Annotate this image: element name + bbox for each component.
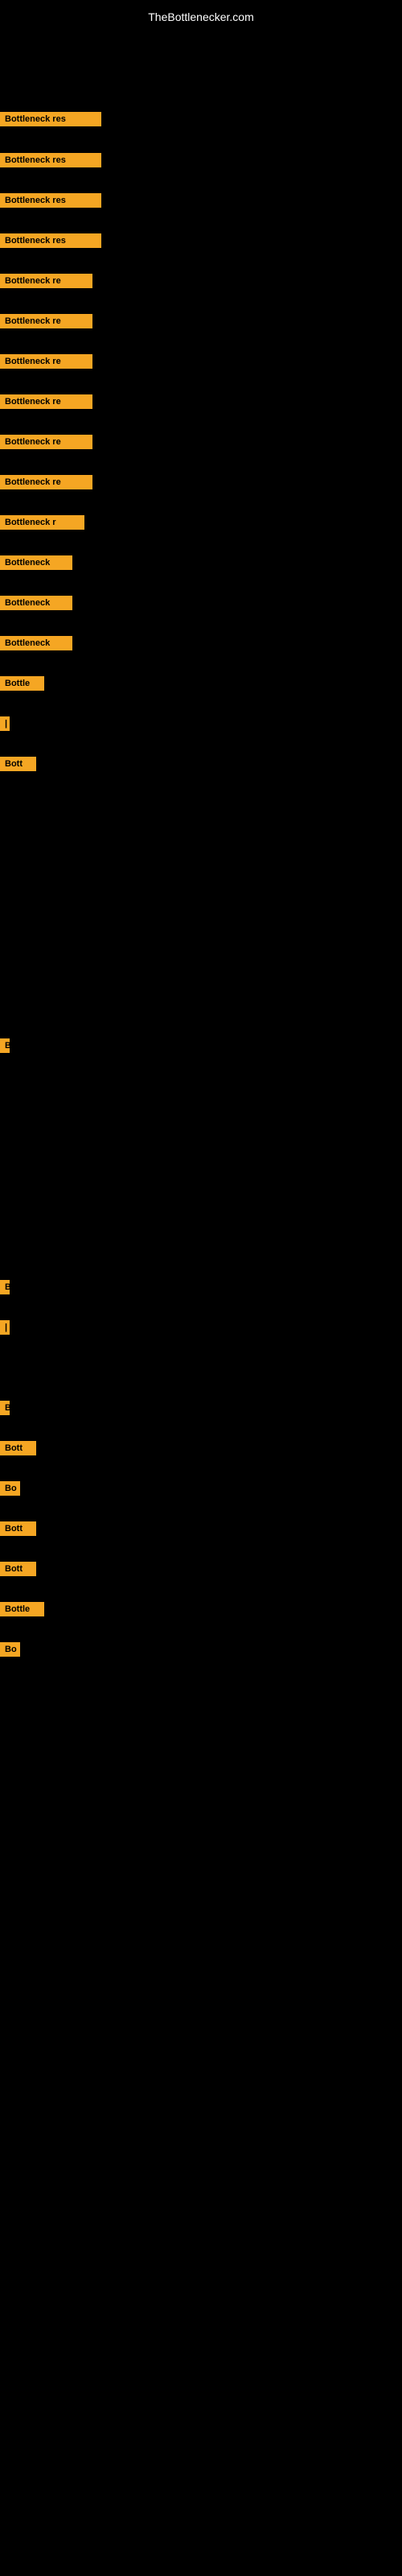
- bottleneck-label-10: Bottleneck re: [0, 475, 92, 489]
- bottleneck-label-16: |: [0, 716, 10, 731]
- bottleneck-label-12: Bottleneck: [0, 555, 72, 570]
- bottleneck-label-1: Bottleneck res: [0, 112, 101, 126]
- bottleneck-label-13: Bottleneck: [0, 596, 72, 610]
- bottleneck-label-4: Bottleneck res: [0, 233, 101, 248]
- bottleneck-label-22: Bott: [0, 1441, 36, 1455]
- bottleneck-label-20: |: [0, 1320, 10, 1335]
- bottleneck-label-2: Bottleneck res: [0, 153, 101, 167]
- bottleneck-label-9: Bottleneck re: [0, 435, 92, 449]
- bottleneck-label-14: Bottleneck: [0, 636, 72, 650]
- bottleneck-label-18: B: [0, 1038, 10, 1053]
- bottleneck-label-11: Bottleneck r: [0, 515, 84, 530]
- bottleneck-label-5: Bottleneck re: [0, 274, 92, 288]
- bottleneck-label-23: Bo: [0, 1481, 20, 1496]
- bottleneck-label-3: Bottleneck res: [0, 193, 101, 208]
- bottleneck-label-26: Bottle: [0, 1602, 44, 1616]
- bottleneck-label-27: Bo: [0, 1642, 20, 1657]
- bottleneck-label-8: Bottleneck re: [0, 394, 92, 409]
- bottleneck-label-6: Bottleneck re: [0, 314, 92, 328]
- bottleneck-label-21: B: [0, 1401, 10, 1415]
- bottleneck-label-15: Bottle: [0, 676, 44, 691]
- site-title: TheBottlenecker.com: [0, 4, 402, 30]
- bottleneck-label-19: B: [0, 1280, 10, 1294]
- bottleneck-label-7: Bottleneck re: [0, 354, 92, 369]
- bottleneck-label-24: Bott: [0, 1521, 36, 1536]
- bottleneck-label-17: Bott: [0, 757, 36, 771]
- bottleneck-label-25: Bott: [0, 1562, 36, 1576]
